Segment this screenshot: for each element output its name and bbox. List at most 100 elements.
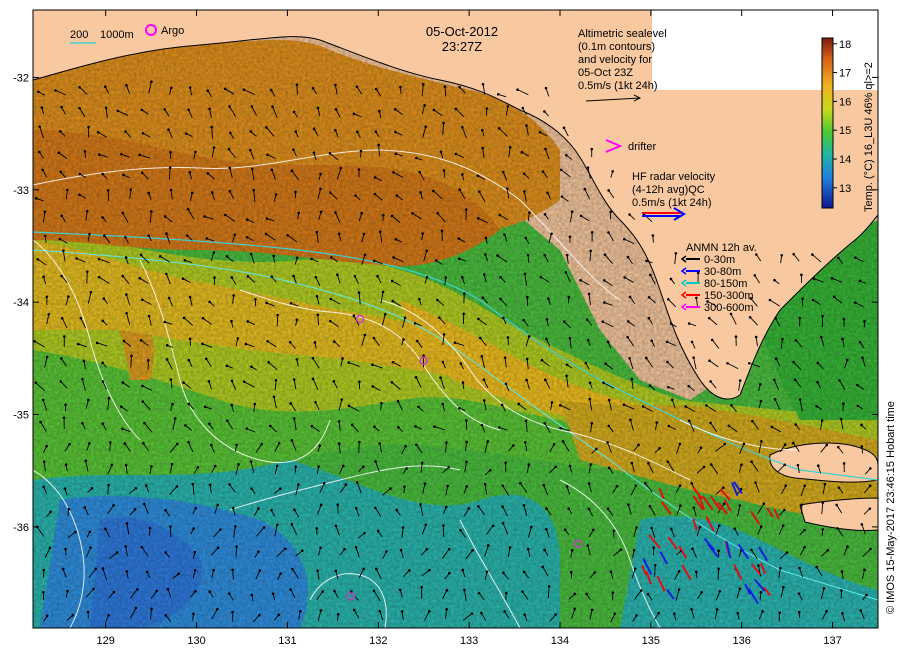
velocity-arrow-head [337,420,341,423]
velocity-arrow-head [83,150,87,153]
colorbar-gradient [821,37,834,209]
velocity-arrow-head [457,237,461,240]
velocity-arrow-head [230,319,233,323]
colorbar-tick-label: 18 [839,39,851,51]
velocity-arrow-head [125,293,128,296]
velocity-arrow-head [274,193,278,196]
velocity-arrow-head [341,464,345,468]
velocity-arrow-head [632,548,636,552]
velocity-arrow-head [329,256,333,259]
velocity-arrow-head [381,290,385,294]
velocity-arrow-head [542,483,545,487]
velocity-arrow-head [390,279,394,283]
velocity-arrow-head [436,298,439,302]
velocity-arrow-head [292,378,296,381]
velocity-arrow-head [823,482,827,486]
velocity-arrow-head [869,467,872,470]
velocity-arrow-head [316,313,320,317]
velocity-arrow-head [677,588,681,591]
velocity-arrow-head [754,335,758,339]
velocity-arrow-head [564,270,568,274]
velocity-arrow-head [568,235,572,239]
velocity-arrow-head [423,482,427,485]
velocity-arrow-head [606,507,610,511]
velocity-arrow-head [36,257,40,261]
velocity-arrow-head [567,295,571,299]
velocity-arrow-head [619,548,623,552]
velocity-arrow-head [193,550,197,554]
velocity-arrow-head [550,401,554,404]
velocity-arrow-head [803,545,806,549]
velocity-arrow-head [225,364,229,368]
velocity-arrow-head [61,567,65,571]
velocity-arrow-head [538,130,542,134]
velocity-arrow-head [401,526,405,529]
velocity-arrow-head [129,188,132,191]
velocity-arrow-head [670,398,674,402]
velocity-arrow-head [462,312,465,316]
velocity-arrow-head [525,378,528,382]
velocity-arrow-head [103,85,107,89]
velocity-arrow-head [372,259,376,263]
velocity-arrow-head [830,277,834,280]
velocity-arrow-head [836,527,839,530]
velocity-arrow-head [107,396,111,400]
velocity-arrow-head [783,463,787,467]
velocity-arrow-head [836,445,840,449]
velocity-arrow-head [590,608,594,612]
velocity-arrow-head [524,419,528,423]
velocity-arrow-head [337,442,341,445]
x-tick-label: 131 [278,635,296,647]
velocity-arrow-head [541,170,545,173]
velocity-arrow-head [81,421,84,425]
velocity-arrow-head [427,610,431,613]
velocity-arrow-head [213,276,216,279]
velocity-arrow-head [155,589,159,593]
velocity-arrow-head [554,465,557,469]
velocity-arrow-head [188,86,192,89]
velocity-arrow-head [757,564,760,567]
velocity-arrow-head [59,130,62,133]
velocity-arrow-head [523,613,527,617]
velocity-arrow-head [403,485,406,489]
velocity-arrow-head [64,403,67,407]
velocity-arrow-head [573,607,577,611]
velocity-arrow-head [692,506,696,510]
velocity-arrow-head [332,340,336,343]
velocity-arrow-head [595,447,598,451]
isobath-1000-label: 1000m [100,29,134,41]
velocity-arrow-head [385,550,388,553]
velocity-arrow-head [230,379,234,383]
velocity-arrow-head [319,546,322,550]
velocity-arrow-head [612,529,616,533]
velocity-arrow-head [700,591,703,594]
velocity-arrow-head [192,612,195,616]
velocity-arrow-head [59,380,63,383]
velocity-arrow-head [171,402,174,406]
velocity-arrow-head [630,377,634,381]
velocity-arrow-head [417,405,420,409]
velocity-arrow-head [60,214,64,218]
velocity-arrow-head [293,508,296,512]
velocity-arrow-head [374,506,377,510]
velocity-arrow-head [228,483,231,486]
velocity-arrow-head [125,522,129,525]
velocity-arrow-head [781,524,785,527]
velocity-arrow-head [347,404,351,408]
velocity-arrow-head [607,398,611,402]
velocity-arrow-head [842,462,846,465]
velocity-arrow-head [246,320,250,323]
velocity-arrow-head [187,402,191,406]
velocity-arrow-head [792,441,795,445]
velocity-arrow-head [269,88,273,92]
velocity-arrow-head [227,592,231,595]
velocity-arrow-head [169,378,173,381]
velocity-arrow-head [187,358,191,362]
velocity-arrow-head [60,317,64,320]
velocity-arrow-head [139,339,143,342]
velocity-arrow-head [856,404,860,408]
velocity-arrow-head [562,320,566,323]
velocity-arrow-head [541,565,545,569]
velocity-arrow-head [424,523,428,527]
credit-text: © IMOS 15-May-2017 23:46:15 Hobart time [885,401,897,614]
